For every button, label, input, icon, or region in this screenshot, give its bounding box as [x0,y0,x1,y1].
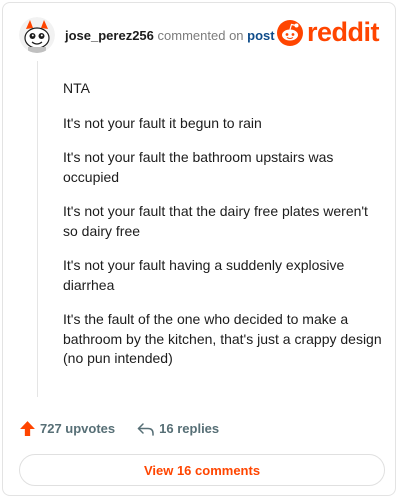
comment-body: NTA It's not your fault it begun to rain… [63,79,383,384]
comment-paragraph: It's not your fault it begun to rain [63,114,262,131]
replies-count: 16 replies [159,421,220,436]
snoo-icon [276,19,303,46]
comment-paragraph: NTA [63,80,90,96]
view-comments-button[interactable]: View 16 comments [19,454,385,486]
comment-meta: jose_perez256 commented on post [65,28,275,43]
comment-header: jose_perez256 commented on post [19,17,275,53]
reply-arrow-icon [137,422,154,436]
snoo-avatar-icon[interactable] [19,17,55,53]
thread-line [37,61,38,397]
post-link[interactable]: post [247,28,274,43]
upvote-count: 727 upvotes [40,421,116,436]
reddit-wordmark: reddit [306,17,380,47]
action-text: commented on [157,27,244,43]
comment-paragraph: It's not your fault having a suddenly ex… [63,257,345,293]
comment-actions: 727 upvotes 16 replies [19,420,219,437]
comment-paragraph: It's not your fault that the dairy free … [63,203,368,239]
upvote-arrow-icon [20,421,35,436]
comment-card: jose_perez256 commented on post reddit N… [2,2,396,496]
username[interactable]: jose_perez256 [65,28,154,43]
replies-button[interactable]: 16 replies [137,421,219,437]
reddit-logo[interactable]: reddit [276,17,380,47]
upvote-button[interactable]: 727 upvotes [19,420,115,437]
comment-paragraph: It's not your fault the bathroom upstair… [63,149,334,185]
comment-paragraph: It's the fault of the one who decided to… [63,311,382,366]
